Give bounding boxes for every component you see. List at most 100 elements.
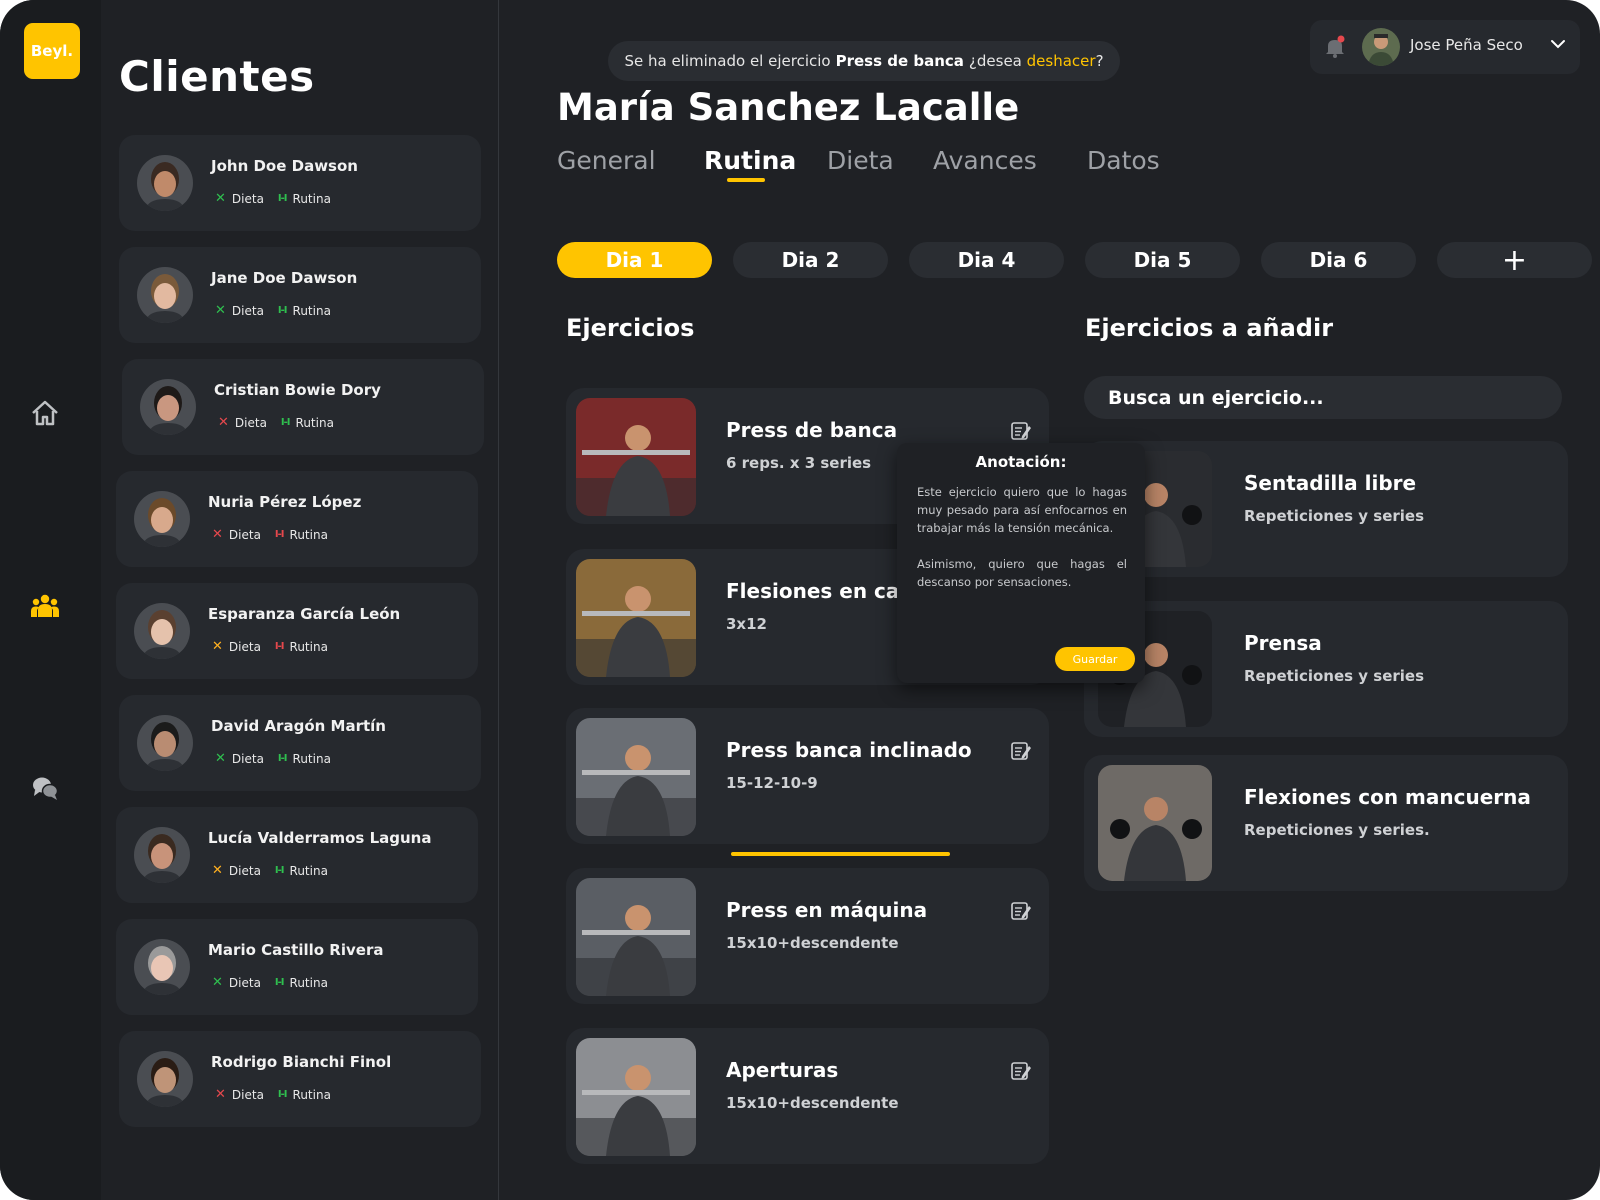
diet-label: Dieta <box>231 191 264 206</box>
exercise-detail: 15-12-10-9 <box>726 774 818 792</box>
brand-logo[interactable]: Beyl. <box>24 23 80 79</box>
chat-icon[interactable] <box>29 772 61 804</box>
edit-note-icon[interactable] <box>1010 900 1032 922</box>
client-name: David Aragón Martín <box>211 717 386 735</box>
user-name: Jose Peña Seco <box>1410 36 1523 54</box>
client-name: Nuria Pérez López <box>208 493 362 511</box>
client-card[interactable]: Esparanza García León ✕ Dieta I-I Rutina <box>116 583 478 679</box>
exercise-detail: 15x10+descendente <box>726 934 899 952</box>
day-1-button[interactable]: Dia 1 <box>557 242 712 278</box>
dumbbell-icon: I-I <box>274 529 285 540</box>
client-name: Jane Doe Dawson <box>211 269 358 287</box>
toast-question: ¿desea <box>968 52 1022 70</box>
save-annotation-button[interactable]: Guardar <box>1055 647 1135 671</box>
diet-status-icon: ✕ <box>212 975 223 990</box>
diet-status: ✕ Dieta <box>212 975 261 990</box>
client-card[interactable]: Rodrigo Bianchi Finol ✕ Dieta I-I Rutina <box>119 1031 481 1127</box>
exercise-name: Sentadilla libre <box>1244 471 1417 495</box>
app-window: Beyl. Clientes John Doe Dawson ✕ Dieta I… <box>0 0 1600 1200</box>
edit-note-icon[interactable] <box>1010 1060 1032 1082</box>
exercises-title: Ejercicios <box>566 314 695 342</box>
clients-icon[interactable] <box>29 590 61 622</box>
exercise-image <box>576 398 696 516</box>
dumbbell-icon: I-I <box>280 417 291 428</box>
client-name: Rodrigo Bianchi Finol <box>211 1053 392 1071</box>
client-status-tags: ✕ Dieta I-I Rutina <box>218 415 334 430</box>
annotation-text[interactable]: Este ejercicio quiero que lo hagas muy p… <box>917 483 1127 591</box>
day-2-button[interactable]: Dia 2 <box>733 242 888 278</box>
diet-status-icon: ✕ <box>215 191 226 206</box>
toast-exercise: Press de banca <box>835 52 964 70</box>
diet-status-icon: ✕ <box>215 1087 226 1102</box>
tab-dieta[interactable]: Dieta <box>827 146 894 175</box>
exercise-detail: Repeticiones y series. <box>1244 821 1430 839</box>
tab-general[interactable]: General <box>557 146 656 175</box>
routine-label: Rutina <box>289 527 328 542</box>
client-avatar <box>137 715 193 771</box>
routine-label: Rutina <box>292 1087 331 1102</box>
routine-status: I-I Rutina <box>278 752 331 766</box>
client-card[interactable]: John Doe Dawson ✕ Dieta I-I Rutina <box>119 135 481 231</box>
diet-status: ✕ Dieta <box>215 303 264 318</box>
exercise-to-add-card[interactable]: Sentadilla libre Repeticiones y series <box>1084 441 1568 577</box>
patient-name: María Sanchez Lacalle <box>557 86 1020 129</box>
client-avatar <box>134 939 190 995</box>
day-5-button[interactable]: Dia 5 <box>1085 242 1240 278</box>
client-card[interactable]: Lucía Valderramos Laguna ✕ Dieta I-I Rut… <box>116 807 478 903</box>
client-name: Lucía Valderramos Laguna <box>208 829 432 847</box>
exercise-card[interactable]: Press banca inclinado 15-12-10-9 <box>566 708 1049 844</box>
exercise-image <box>576 718 696 836</box>
diet-label: Dieta <box>228 863 261 878</box>
client-name: Cristian Bowie Dory <box>214 381 381 399</box>
exercise-detail: 15x10+descendente <box>726 1094 899 1112</box>
dumbbell-icon: I-I <box>277 1089 288 1100</box>
client-card[interactable]: Mario Castillo Rivera ✕ Dieta I-I Rutina <box>116 919 478 1015</box>
day-4-button[interactable]: Dia 4 <box>909 242 1064 278</box>
client-status-tags: ✕ Dieta I-I Rutina <box>215 303 331 318</box>
exercise-card[interactable]: Press en máquina 15x10+descendente <box>566 868 1049 1004</box>
add-day-button[interactable]: + <box>1437 242 1592 278</box>
client-avatar <box>134 603 190 659</box>
tab-rutina[interactable]: Rutina <box>704 146 796 175</box>
dumbbell-icon: I-I <box>274 977 285 988</box>
client-card[interactable]: Jane Doe Dawson ✕ Dieta I-I Rutina <box>119 247 481 343</box>
undo-link[interactable]: deshacer <box>1027 52 1096 70</box>
exercise-search-input[interactable] <box>1084 376 1562 419</box>
diet-status-icon: ✕ <box>212 863 223 878</box>
clients-title: Clientes <box>119 52 315 101</box>
nav-rail: Beyl. <box>0 0 101 1200</box>
exercise-to-add-card[interactable]: Flexiones con mancuerna Repeticiones y s… <box>1084 755 1568 891</box>
diet-status: ✕ Dieta <box>215 751 264 766</box>
scroll-indicator[interactable] <box>731 852 950 856</box>
chevron-down-icon[interactable] <box>1550 38 1566 50</box>
client-card[interactable]: Cristian Bowie Dory ✕ Dieta I-I Rutina <box>122 359 484 455</box>
client-card[interactable]: Nuria Pérez López ✕ Dieta I-I Rutina <box>116 471 478 567</box>
edit-note-icon[interactable] <box>1010 740 1032 762</box>
routine-label: Rutina <box>289 639 328 654</box>
diet-label: Dieta <box>228 975 261 990</box>
dumbbell-icon: I-I <box>274 641 285 652</box>
routine-label: Rutina <box>289 975 328 990</box>
diet-label: Dieta <box>228 527 261 542</box>
client-name: John Doe Dawson <box>211 157 358 175</box>
exercise-name: Prensa <box>1244 631 1322 655</box>
tab-datos[interactable]: Datos <box>1087 146 1160 175</box>
tab-avances[interactable]: Avances <box>933 146 1037 175</box>
notification-bell-icon[interactable] <box>1324 35 1346 59</box>
client-card[interactable]: David Aragón Martín ✕ Dieta I-I Rutina <box>119 695 481 791</box>
dumbbell-icon: I-I <box>277 305 288 316</box>
home-icon[interactable] <box>29 397 61 429</box>
exercise-name: Flexiones con mancuerna <box>1244 785 1531 809</box>
edit-note-icon[interactable] <box>1010 420 1032 442</box>
user-menu[interactable]: Jose Peña Seco <box>1310 20 1580 74</box>
dumbbell-icon: I-I <box>277 753 288 764</box>
exercise-to-add-card[interactable]: Prensa Repeticiones y series <box>1084 601 1568 737</box>
user-avatar <box>1362 28 1400 66</box>
exercise-name: Press banca inclinado <box>726 738 972 762</box>
day-6-button[interactable]: Dia 6 <box>1261 242 1416 278</box>
exercise-card[interactable]: Aperturas 15x10+descendente <box>566 1028 1049 1164</box>
exercise-image <box>576 559 696 677</box>
client-status-tags: ✕ Dieta I-I Rutina <box>215 1087 331 1102</box>
client-avatar <box>134 491 190 547</box>
exercise-image <box>576 878 696 996</box>
